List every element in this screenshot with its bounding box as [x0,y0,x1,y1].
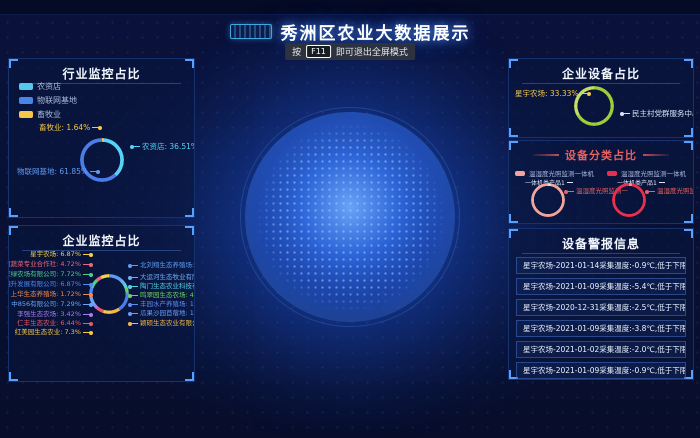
alarm-row: 星宇农场-2021-01-02采集温度:-2.0℃,低于下限:0℃ [516,341,686,358]
brand-logo-icon [230,24,272,39]
device-class-title-row: 设备分类占比 [509,141,693,163]
chart-label: 上华生态养殖场: 1.72% [11,290,90,299]
alarm-list: 星宇农场-2021-01-14采集温度:-0.9℃,低于下限:0℃ 星宇农场-2… [516,257,686,379]
chart-label: 丰园水产养殖场: 1. [131,300,195,309]
alarm-row: 星宇农场-2021-01-09采集温度:-3.8℃,低于下限:0℃ [516,320,686,337]
alarm-row: 星宇农场-2021-01-09采集温度:-5.4℃,低于下限:0℃ [516,278,686,295]
chart-label: 温湿度光照监测一 [648,187,694,196]
alarm-row: 星宇农场-2021-01-09采集温度:-0.9℃,低于下限:0℃ [516,362,686,379]
tooltip-suffix: 即可退出全屏模式 [336,45,408,58]
legend-item-wulianwang[interactable]: 物联网基地 [19,95,77,106]
chart-label: 大运河生态牧业有限责任公 [131,273,195,282]
chart-label: 翔升发展有限公司: 6.87% [8,280,90,289]
chart-label: 农资店: 36.51% [133,142,195,151]
panel-device-class-ratio: 设备分类占比 温湿度光照监测一体机 一体机类产品1 温湿度光照监测一 温湿度光照… [508,140,694,224]
legend-swatch [19,83,33,90]
tooltip-prefix: 按 [292,45,301,58]
legend-label: 物联网基地 [37,95,77,106]
divider [522,253,680,254]
device-right-legend[interactable]: 温湿度光照监测一体机 [607,168,686,178]
alarm-row: 星宇农场-2020-12-31采集温度:-2.5℃,低于下限:0℃ [516,299,686,316]
device-donut-right[interactable] [612,183,646,217]
legend-swatch [19,111,33,118]
chart-label: 物联网基地: 61.85% [17,167,97,176]
top-bar [0,0,700,15]
chart-label: 中856有限公司: 7.29% [11,300,90,309]
panel-alarm-info: 设备警报信息 星宇农场-2021-01-14采集温度:-0.9℃,低于下限:0℃… [508,228,694,380]
panel-enterprise-ratio: 企业监控占比 星宇农场: 6.87% 绿超蔬菜专业合作社: 4.72% 家绿农场… [8,225,195,382]
panel-equipment-ratio: 企业设备占比 星宇农场: 33.33% 民主村党群服务中心: [508,58,694,138]
legend-label: 畜牧业 [37,109,61,120]
device-left-legend[interactable]: 温湿度光照监测一体机 [515,168,594,178]
panel-industry-title: 行业监控占比 [9,59,194,82]
legend-swatch [515,171,525,176]
legend-label: 农资店 [37,81,61,92]
panel-alarm-title: 设备警报信息 [509,229,693,252]
chart-label: 畜牧业: 1.64% [39,123,99,132]
dashboard-screen: 秀洲区农业大数据展示 按 F11 即可退出全屏模式 行业监控占比 农资店 物联网… [0,0,700,438]
panel-device-class-title: 设备分类占比 [565,147,637,163]
chart-label: 瓜果沙园苜蓿地: 15.02% [131,309,195,318]
title-deco-line [643,154,669,156]
panel-industry-ratio: 行业监控占比 农资店 物联网基地 畜牧业 畜牧业: 1.64% 农资店: 36.… [8,58,195,218]
chart-label: 红美园生态农业: 7.3% [15,328,90,337]
chart-label: 鸣翠园生态农场: 4.29% [131,291,195,300]
globe-visualization [245,112,455,322]
chart-label: 颖硕生态农业有限公司: 6.87% [131,319,195,328]
chart-label: 李强生态农场: 3.42% [17,310,90,319]
chart-label: 家绿农场有限公司: 7.72% [8,270,90,279]
legend-item-nongzidian[interactable]: 农资店 [19,81,77,92]
panel-enterprise-title: 企业监控占比 [9,226,194,249]
chart-label: 仁丰生态农业: 6.44% [17,319,90,328]
chart-label: 陶门生态农业科技有限公 [131,282,195,291]
page-title: 秀洲区农业大数据展示 [281,19,471,44]
device-donut-left[interactable] [531,183,565,217]
title-deco-line [533,154,559,156]
legend-item-xumuye[interactable]: 畜牧业 [19,109,77,120]
chart-label: 北刘翔生态养殖场: 11.36% [131,261,195,270]
legend-swatch [19,97,33,104]
header: 秀洲区农业大数据展示 [0,19,700,44]
chart-label: 民主村党群服务中心: [623,109,694,118]
divider [522,83,680,84]
fullscreen-tooltip: 按 F11 即可退出全屏模式 [285,43,415,60]
chart-label: 星宇农场: 6.87% [30,250,90,259]
chart-label: 绿超蔬菜专业合作社: 4.72% [8,260,90,269]
industry-legend: 农资店 物联网基地 畜牧业 [19,81,77,120]
enterprise-donut-chart[interactable] [89,274,129,314]
f11-key-badge: F11 [306,45,331,58]
alarm-row: 星宇农场-2021-01-14采集温度:-0.9℃,低于下限:0℃ [516,257,686,274]
chart-label: 星宇农场: 33.33% [515,89,588,98]
panel-equipment-title: 企业设备占比 [509,59,693,82]
legend-swatch [607,171,617,176]
